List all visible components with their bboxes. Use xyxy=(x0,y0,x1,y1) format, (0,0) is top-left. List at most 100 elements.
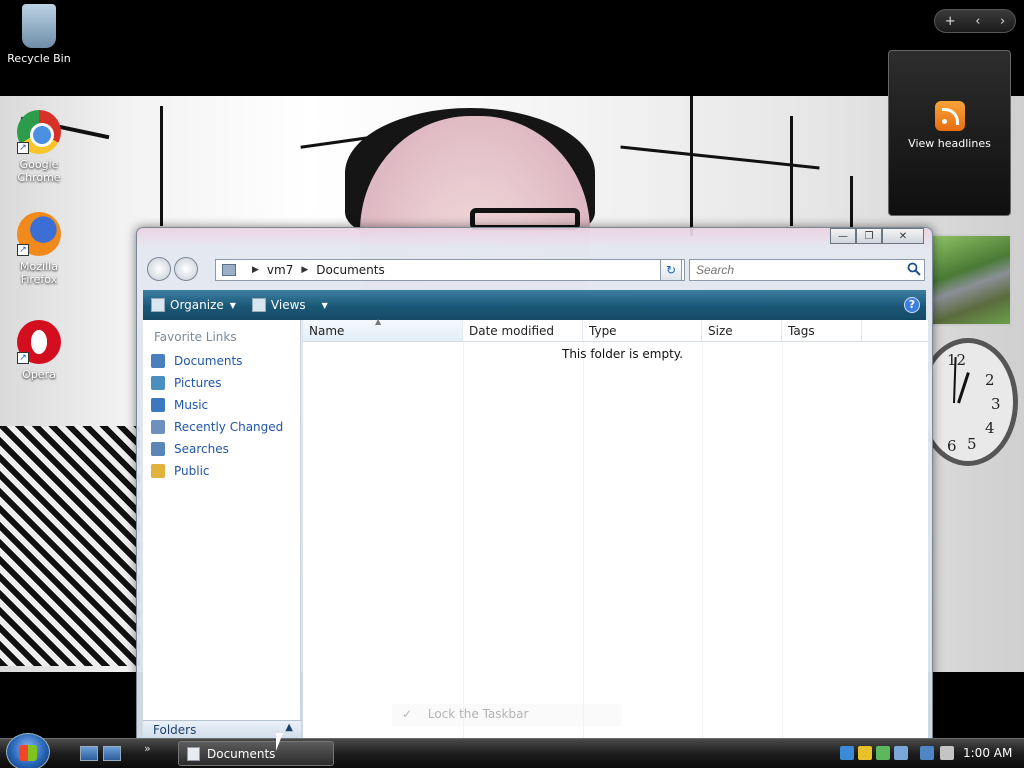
desktop-icon-label: Mozilla Firefox xyxy=(20,260,58,286)
recently-changed-icon xyxy=(151,420,165,434)
taskbar-clock[interactable]: 1:00 AM xyxy=(963,746,1012,760)
desktop-icon-label: Recycle Bin xyxy=(7,52,71,65)
column-header-tags[interactable]: Tags xyxy=(782,320,862,341)
column-header-type[interactable]: Type xyxy=(583,320,702,341)
security-shield-icon[interactable] xyxy=(858,746,872,760)
desktop-icon-mozilla-firefox[interactable]: ↗ Mozilla Firefox xyxy=(0,212,78,286)
close-button[interactable]: ✕ xyxy=(882,228,924,244)
taskbar: » Documents 1:00 AM xyxy=(0,733,1024,768)
column-headers: ▲ Name Date modified Type Size Tags xyxy=(303,317,928,342)
column-divider xyxy=(782,342,783,740)
refresh-button[interactable]: ↻ xyxy=(660,259,682,281)
recycle-bin-icon xyxy=(22,4,56,48)
breadcrumb-arrow-icon[interactable]: ▶ xyxy=(252,265,259,275)
favorite-link-searches[interactable]: Searches xyxy=(151,442,229,456)
chevron-down-icon: ▼ xyxy=(321,300,328,310)
quick-launch-chevron-icon[interactable]: » xyxy=(144,742,151,755)
searches-folder-icon xyxy=(151,442,165,456)
organize-icon xyxy=(151,298,165,312)
favorite-link-label: Public xyxy=(174,464,210,478)
address-bar[interactable]: ▶ vm7 ▶ Documents ▼ xyxy=(215,259,685,281)
language-bar-icon[interactable] xyxy=(840,746,854,760)
explorer-window[interactable]: — ❐ ✕ ▶ vm7 ▶ Documents ▼ ↻ Organize ▼ V… xyxy=(136,227,933,740)
lock-taskbar-label: Lock the Taskbar xyxy=(427,707,529,721)
show-desktop-icon[interactable] xyxy=(80,746,98,761)
clock-number: 5 xyxy=(967,435,977,453)
favorite-link-label: Music xyxy=(174,398,209,412)
back-button[interactable] xyxy=(147,257,171,281)
favorite-link-pictures[interactable]: Pictures xyxy=(151,376,222,390)
breadcrumb-arrow-icon[interactable]: ▶ xyxy=(301,265,308,275)
clock-number: 6 xyxy=(947,437,957,455)
clock-hour-hand xyxy=(957,372,970,404)
desktop-icon-recycle-bin[interactable]: Recycle Bin xyxy=(0,4,78,65)
favorite-links-title: Favorite Links xyxy=(154,330,237,344)
command-toolbar: Organize ▼ Views ▼ ? xyxy=(143,290,926,320)
feed-gadget-label[interactable]: View headlines xyxy=(889,137,1010,150)
slideshow-gadget[interactable] xyxy=(930,234,1012,326)
views-button[interactable]: Views ▼ xyxy=(251,298,328,312)
lock-taskbar-menu-item[interactable]: ✓ Lock the Taskbar xyxy=(392,704,622,726)
navigation-pane: Favorite Links Documents Pictures Music … xyxy=(143,320,301,740)
desktop-icon-google-chrome[interactable]: ↗ Google Chrome xyxy=(0,110,78,184)
empty-folder-message: This folder is empty. xyxy=(562,347,683,361)
column-header-date-modified[interactable]: Date modified xyxy=(463,320,583,341)
column-header-label: Tags xyxy=(788,324,815,338)
favorite-link-recently-changed[interactable]: Recently Changed xyxy=(151,420,283,434)
help-icon[interactable]: ? xyxy=(904,297,920,313)
clock-gadget[interactable]: 12 2 3 4 5 6 xyxy=(918,338,1018,466)
favorite-link-music[interactable]: Music xyxy=(151,398,208,412)
column-divider xyxy=(463,342,464,740)
file-list[interactable]: ▲ Name Date modified Type Size Tags This… xyxy=(303,317,928,740)
start-button[interactable] xyxy=(6,733,50,768)
organize-label: Organize xyxy=(170,298,224,312)
column-divider xyxy=(702,342,703,740)
column-header-label: Date modified xyxy=(469,324,555,338)
favorite-link-public[interactable]: Public xyxy=(151,464,210,478)
desktop-icon-label: Opera xyxy=(22,368,56,381)
address-row: ▶ vm7 ▶ Documents ▼ ↻ xyxy=(145,256,926,282)
desktop-icon-opera[interactable]: ↗ Opera xyxy=(0,320,78,381)
network-icon[interactable] xyxy=(920,746,934,760)
folder-icon xyxy=(222,264,236,276)
volume-muted-icon[interactable] xyxy=(940,746,954,760)
favorite-link-label: Documents xyxy=(174,354,243,368)
shortcut-arrow-icon: ↗ xyxy=(17,244,29,256)
column-header-name[interactable]: ▲ Name xyxy=(303,317,463,341)
favorite-link-label: Searches xyxy=(174,442,229,456)
forward-button[interactable] xyxy=(174,257,198,281)
next-gadget-page-button[interactable]: › xyxy=(1000,14,1005,29)
breadcrumb-documents[interactable]: Documents xyxy=(316,263,384,277)
desktop-icon-label: Google Chrome xyxy=(17,158,61,184)
minimize-button[interactable]: — xyxy=(830,228,856,244)
column-header-size[interactable]: Size xyxy=(702,320,782,341)
search-input[interactable] xyxy=(689,259,925,281)
sidebar-tray-icon[interactable] xyxy=(894,746,908,760)
chevron-down-icon: ▼ xyxy=(229,300,236,310)
maximize-button[interactable]: ❐ xyxy=(856,228,882,244)
add-gadget-button[interactable]: + xyxy=(945,14,956,29)
checkmark-shield-icon[interactable] xyxy=(876,746,890,760)
opera-icon: ↗ xyxy=(17,320,61,364)
mouse-cursor-icon xyxy=(276,733,283,751)
prev-gadget-page-button[interactable]: ‹ xyxy=(975,14,980,29)
search-icon[interactable] xyxy=(907,262,921,276)
favorite-link-label: Pictures xyxy=(174,376,222,390)
firefox-icon: ↗ xyxy=(17,212,61,256)
public-folder-icon xyxy=(151,464,165,478)
taskbar-button-documents[interactable]: Documents xyxy=(178,741,334,766)
organize-button[interactable]: Organize ▼ xyxy=(151,298,236,312)
chrome-icon: ↗ xyxy=(17,110,61,154)
checkmark-icon: ✓ xyxy=(402,707,413,721)
sort-ascending-icon: ▲ xyxy=(375,317,382,326)
breadcrumb-vm7[interactable]: vm7 xyxy=(267,263,293,277)
rss-icon xyxy=(934,101,965,131)
folders-label: Folders xyxy=(153,723,197,737)
chevron-up-icon: ▲ xyxy=(285,722,293,733)
switch-windows-icon[interactable] xyxy=(103,746,121,761)
feed-headlines-gadget[interactable]: View headlines xyxy=(888,50,1011,216)
clock-number: 2 xyxy=(985,371,995,389)
sidebar-controls: + ‹ › xyxy=(934,9,1016,33)
clock-minute-hand xyxy=(953,356,957,404)
favorite-link-documents[interactable]: Documents xyxy=(151,354,242,368)
